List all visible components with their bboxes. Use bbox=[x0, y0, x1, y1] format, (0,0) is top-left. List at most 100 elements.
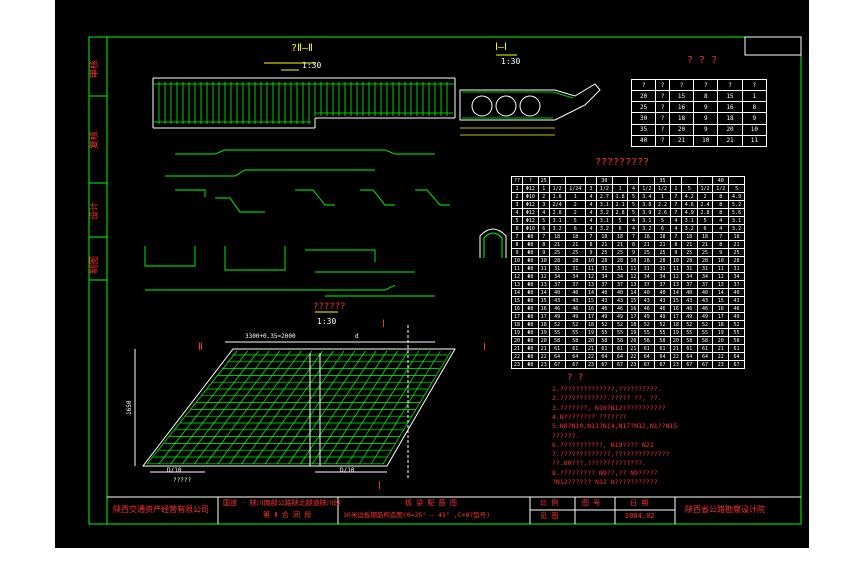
big-table-cell: 14 bbox=[627, 288, 640, 297]
big-table-cell: 34 bbox=[611, 272, 629, 281]
big-table-cell: 4 bbox=[669, 216, 682, 225]
big-table-cell: 5 bbox=[510, 216, 524, 225]
big-table-row: 22 Φ8 22 64 64 22 64 64 22 64 64 22 64 64 22 64 bbox=[510, 352, 745, 361]
big-table-cell: 12 bbox=[584, 272, 597, 281]
big-table-cell: 20 bbox=[537, 336, 550, 345]
big-table-cell: 49 bbox=[611, 312, 629, 321]
small-table-cell: 10 bbox=[741, 123, 768, 136]
big-table-cell: 6 bbox=[537, 224, 550, 233]
big-table-cell: 19 bbox=[537, 328, 550, 337]
big-table-cell: 4 bbox=[584, 192, 597, 201]
big-table-cell: 4 bbox=[627, 184, 640, 193]
big-table-cell: 7 bbox=[669, 208, 682, 217]
small-table-cell: 21 bbox=[717, 134, 743, 148]
big-table-cell: 1 bbox=[611, 184, 629, 193]
note-line: ??.60???,??????????????. bbox=[552, 459, 646, 468]
big-table-cell: Φ8 bbox=[522, 280, 539, 289]
small-table-cell: 9 bbox=[693, 123, 719, 136]
big-table-cell: 13 bbox=[669, 280, 682, 289]
big-table-header-cell: 35 bbox=[654, 176, 671, 185]
big-table-row: 10 Φ8 10 28 28 10 28 28 10 28 28 10 28 28 10 28 bbox=[510, 256, 745, 265]
big-table-cell: 49 bbox=[728, 312, 745, 321]
section-mark-I-top: Ⅰ bbox=[382, 319, 385, 330]
big-table-cell: 22 bbox=[712, 352, 730, 361]
big-table-cell: 67 bbox=[680, 360, 698, 369]
big-table-cell: Φ8 bbox=[522, 304, 539, 313]
small-table-cell: 20 bbox=[668, 123, 695, 136]
big-table-cell: 18 bbox=[510, 320, 524, 329]
big-table-cell: 37 bbox=[638, 280, 656, 289]
small-table-cell: ? bbox=[655, 101, 670, 114]
big-table-cell: 61 bbox=[548, 344, 566, 353]
small-table-cell: ? bbox=[655, 134, 670, 148]
big-table-cell: 34 bbox=[680, 272, 698, 281]
big-table-cell: 67 bbox=[654, 360, 671, 369]
big-table-cell: 34 bbox=[595, 272, 613, 281]
big-table-cell: 7 bbox=[712, 232, 730, 241]
big-table-cell: 64 bbox=[595, 352, 613, 361]
big-table-cell: 4 bbox=[627, 224, 640, 233]
cad-drawing-canvas[interactable]: 审核 复核 设计 制图 ?Ⅱ—Ⅱ 1:30 Ⅰ—Ⅰ 1:30 ?????? 1:… bbox=[55, 0, 809, 548]
big-table-cell: 8 bbox=[537, 240, 550, 249]
big-table-cell: 4.9 bbox=[728, 192, 745, 201]
big-table-cell: 52 bbox=[728, 320, 745, 329]
big-table-cell: Φ10 bbox=[522, 192, 539, 201]
big-table-cell: 9 bbox=[669, 248, 682, 257]
big-table-cell: 16 bbox=[584, 304, 597, 313]
big-table-cell: 25 bbox=[654, 248, 671, 257]
big-table-cell: 7 bbox=[669, 192, 682, 201]
big-table-cell: 5 bbox=[611, 216, 629, 225]
big-table-row: 5 Φ12 5 3.1 5 4 3.1 5 4 3.1 5 4 3.1 5 4 3.1 bbox=[510, 216, 745, 225]
big-table-header-cell bbox=[611, 176, 629, 185]
big-table-cell: 46 bbox=[680, 304, 698, 313]
big-table-cell: 9 bbox=[510, 248, 524, 257]
small-table-cell: 18 bbox=[717, 112, 743, 125]
big-table-cell: 58 bbox=[638, 336, 656, 345]
notes-title: ? ? bbox=[567, 373, 584, 383]
big-table-cell: 67 bbox=[638, 360, 656, 369]
plan-longitudinal-bar bbox=[193, 350, 281, 465]
big-table-header-cell: 25 bbox=[537, 176, 550, 185]
big-table-row: 21 Φ8 21 61 61 21 61 61 21 61 61 21 61 61 21 61 bbox=[510, 344, 745, 353]
big-table-cell: 43 bbox=[595, 296, 613, 305]
big-table-cell: 46 bbox=[728, 304, 745, 313]
plan-longitudinal-bar bbox=[170, 350, 259, 465]
big-table-cell: 19 bbox=[669, 328, 682, 337]
big-table-cell: 28 bbox=[564, 256, 586, 265]
big-table-cell: 31 bbox=[680, 264, 698, 273]
big-table-cell: 11 bbox=[584, 264, 597, 273]
small-table-cell: 8 bbox=[741, 101, 768, 114]
big-table-cell: 18 bbox=[611, 232, 629, 241]
big-table-cell: 11 bbox=[627, 264, 640, 273]
big-table-cell: 64 bbox=[611, 352, 629, 361]
big-table-cell: 46 bbox=[638, 304, 656, 313]
big-table-cell: 67 bbox=[611, 360, 629, 369]
big-table-cell: 40 bbox=[680, 288, 698, 297]
big-table-cell: 9 bbox=[584, 248, 597, 257]
big-table-cell: 58 bbox=[680, 336, 698, 345]
big-table-cell: 21 bbox=[564, 240, 586, 249]
big-table-cell: 1/2 bbox=[595, 184, 613, 193]
big-table-header-cell bbox=[680, 176, 698, 185]
big-table-cell: 37 bbox=[696, 280, 714, 289]
big-table-cell: 15 bbox=[510, 296, 524, 305]
big-table-header-cell bbox=[584, 176, 597, 185]
plan-longitudinal-bar bbox=[335, 350, 409, 465]
cross-section bbox=[459, 83, 601, 121]
big-table-cell: 17 bbox=[510, 312, 524, 321]
big-table-cell: 58 bbox=[696, 336, 714, 345]
small-table-cell: ? bbox=[655, 123, 670, 136]
big-table-cell: 58 bbox=[548, 336, 566, 345]
big-table-cell: 23 bbox=[712, 360, 730, 369]
big-table-cell: 2.6 bbox=[654, 208, 671, 217]
plan-longitudinal-bar bbox=[229, 350, 313, 465]
big-table-cell: 1 bbox=[510, 184, 524, 193]
big-table-cell: 31 bbox=[548, 264, 566, 273]
big-table-row: 15 Φ8 15 43 43 15 43 43 15 43 43 15 43 43 15 43 bbox=[510, 296, 745, 305]
small-table-cell: 18 bbox=[668, 112, 695, 125]
title-col3-label: 日 期 bbox=[630, 499, 649, 507]
big-table-cell: 46 bbox=[696, 304, 714, 313]
big-table-cell: 58 bbox=[728, 336, 745, 345]
big-table-cell: Φ8 bbox=[522, 256, 539, 265]
small-table-cell: 35 bbox=[630, 123, 657, 136]
